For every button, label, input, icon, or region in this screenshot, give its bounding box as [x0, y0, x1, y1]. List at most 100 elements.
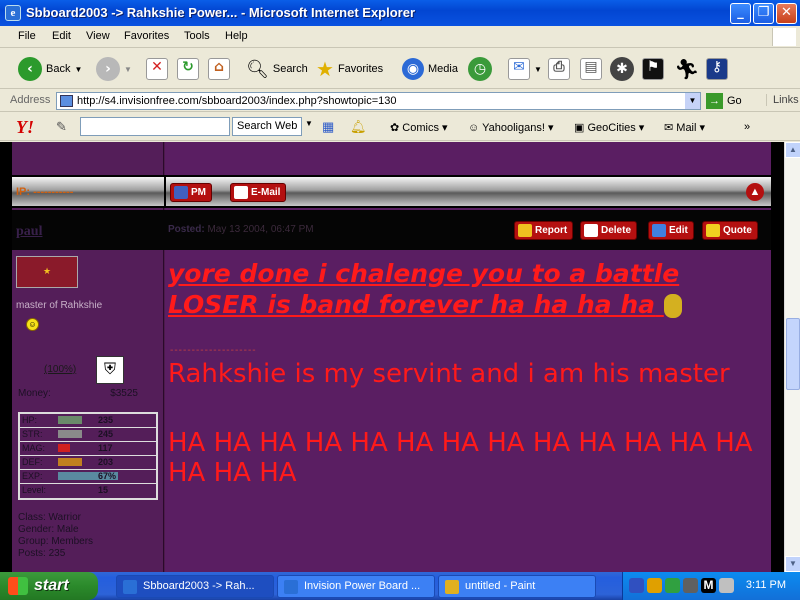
- yahoo-link-geocities[interactable]: ▣ GeoCities ▾: [574, 121, 644, 134]
- quote-button[interactable]: Quote: [702, 221, 758, 240]
- post-author-name[interactable]: paul: [16, 224, 42, 240]
- yahoo-toolbar: Y! ✎ Search Web ▼ ▦ 🔔︎ ✿ Comics ▾ ☺ Yaho…: [0, 113, 800, 141]
- highlight-icon[interactable]: ▦: [322, 119, 334, 135]
- stat-bar: [58, 444, 70, 452]
- pencil-icon: [652, 224, 666, 237]
- title-bar[interactable]: e Sbboard2003 -> Rahkshie Power... - Mic…: [0, 0, 800, 26]
- links-button[interactable]: Links: [766, 94, 799, 106]
- start-button[interactable]: start: [0, 572, 98, 600]
- rep-percent[interactable]: (100%): [44, 364, 76, 375]
- address-url: http://s4.invisionfree.com/sbboard2003/i…: [77, 95, 397, 107]
- chevron-down-icon[interactable]: ▼: [124, 65, 132, 74]
- smiley-icon: ☺: [26, 318, 39, 331]
- stat-bar: [58, 416, 82, 424]
- go-label: Go: [727, 95, 742, 107]
- menu-tools[interactable]: Tools: [184, 30, 210, 42]
- menu-favorites[interactable]: Favorites: [124, 30, 169, 42]
- chevron-down-icon[interactable]: ▼: [685, 93, 700, 109]
- edit-button[interactable]: Edit: [648, 221, 694, 240]
- system-tray: M 3:11 PM: [622, 572, 800, 600]
- search-label: Search: [272, 63, 308, 75]
- runner-icon: 🏃︎: [674, 58, 700, 81]
- go-button[interactable]: → Go: [706, 93, 742, 109]
- windows-flag-icon: [772, 28, 796, 46]
- minimize-button[interactable]: _: [730, 3, 751, 24]
- close-button[interactable]: ✕: [776, 3, 797, 24]
- address-input[interactable]: http://s4.invisionfree.com/sbboard2003/i…: [56, 92, 701, 110]
- task-paint[interactable]: untitled - Paint: [438, 575, 596, 598]
- app-tray-icon[interactable]: [719, 578, 734, 593]
- scroll-down-icon[interactable]: ▼: [785, 556, 800, 572]
- runner-icon[interactable]: [647, 578, 662, 593]
- pencil-icon[interactable]: ✎: [56, 119, 67, 135]
- chevron-down-icon[interactable]: ▼: [305, 119, 313, 128]
- keyhole-button[interactable]: ⚷: [706, 54, 728, 84]
- toolbar-overflow-icon[interactable]: »: [744, 121, 750, 133]
- delete-button[interactable]: Delete: [580, 221, 638, 240]
- print-button[interactable]: ⎙: [548, 54, 570, 84]
- menu-file[interactable]: File: [18, 30, 36, 42]
- standard-toolbar: ‹ Back ▼ › ▼ ✕ ↻ ⌂ 🔍︎ Search ★ Favorites…: [0, 49, 800, 89]
- favorites-button[interactable]: ★ Favorites: [316, 54, 383, 84]
- task-sbboard[interactable]: Sbboard2003 -> Rah...: [116, 575, 274, 598]
- search-button[interactable]: 🔍︎ Search: [246, 54, 308, 84]
- task-invision[interactable]: Invision Power Board ...: [277, 575, 435, 598]
- vertical-scrollbar[interactable]: ▲ ▼: [784, 142, 800, 572]
- mail-button[interactable]: ✉ ▼: [508, 54, 542, 84]
- scrollbar-thumb[interactable]: [786, 318, 800, 390]
- menu-view[interactable]: View: [86, 30, 110, 42]
- refresh-button[interactable]: ↻: [177, 54, 199, 84]
- ip-label: IP: -----------: [16, 186, 74, 198]
- maximize-button[interactable]: ❐: [753, 3, 774, 24]
- back-button[interactable]: ‹ Back ▼: [18, 54, 82, 84]
- stat-row: DEF: 203: [20, 456, 156, 470]
- ie-icon: [123, 580, 137, 594]
- yahoo-logo[interactable]: Y!: [16, 117, 34, 138]
- yahoo-search-input[interactable]: [80, 117, 230, 136]
- history-button[interactable]: ◷: [468, 54, 492, 84]
- forward-button[interactable]: › ▼: [96, 54, 132, 84]
- m-icon[interactable]: M: [701, 578, 716, 593]
- shield-badge-icon[interactable]: ⛨: [96, 356, 124, 384]
- yahoo-link-yahooligans[interactable]: ☺ Yahooligans! ▾: [468, 121, 553, 134]
- network-icon[interactable]: [629, 578, 644, 593]
- menu-help[interactable]: Help: [225, 30, 248, 42]
- yahoo-link-comics[interactable]: ✿ Comics ▾: [390, 121, 448, 134]
- taskbar: start Sbboard2003 -> Rah... Invision Pow…: [0, 572, 800, 600]
- email-button[interactable]: E-Mail: [230, 183, 287, 202]
- scroll-top-icon[interactable]: ▲: [746, 183, 764, 201]
- media-button[interactable]: ◉ Media: [402, 54, 458, 84]
- speaker-icon[interactable]: [683, 578, 698, 593]
- search-web-button[interactable]: Search Web: [232, 117, 303, 136]
- aim-button[interactable]: ⚑: [642, 54, 664, 84]
- pm-button[interactable]: PM: [170, 183, 212, 202]
- page-icon: [60, 95, 73, 107]
- edit-page-button[interactable]: ▤: [580, 54, 602, 84]
- user-meta: Class: Warrior Gender: Male Group: Membe…: [18, 512, 93, 560]
- yahoo-link-mail[interactable]: ✉ Mail ▾: [664, 121, 705, 134]
- scroll-up-icon[interactable]: ▲: [785, 142, 800, 158]
- stat-row: HP: 235: [20, 414, 156, 428]
- forum-page: IP: ----------- PM E-Mail ▲ paul Posted:…: [0, 142, 784, 572]
- eraser-icon: [584, 224, 598, 237]
- windows-flag-icon: [8, 577, 28, 595]
- clock: 3:11 PM: [745, 579, 786, 591]
- address-label: Address: [10, 94, 51, 106]
- signature-separator: --------------------: [170, 345, 257, 356]
- chevron-down-icon[interactable]: ▼: [74, 65, 82, 74]
- report-button[interactable]: Report: [514, 221, 574, 240]
- stop-button[interactable]: ✕: [146, 54, 168, 84]
- chevron-down-icon[interactable]: ▼: [534, 65, 542, 74]
- ie-logo-icon[interactable]: e: [5, 5, 21, 21]
- page-border-right: [771, 142, 784, 572]
- home-button[interactable]: ⌂: [208, 54, 230, 84]
- menu-edit[interactable]: Edit: [52, 30, 71, 42]
- messenger-icon[interactable]: [665, 578, 680, 593]
- back-arrow-icon: ‹: [18, 57, 42, 81]
- messenger-button[interactable]: ✱: [610, 54, 634, 84]
- post-text-headline: yore done i chalenge you to a battle LOS…: [168, 258, 768, 320]
- bell-icon[interactable]: 🔔︎: [350, 119, 367, 135]
- runner-button[interactable]: 🏃︎: [674, 54, 699, 84]
- money-value: $3525: [110, 388, 138, 399]
- search-icon: 🔍︎: [246, 58, 269, 79]
